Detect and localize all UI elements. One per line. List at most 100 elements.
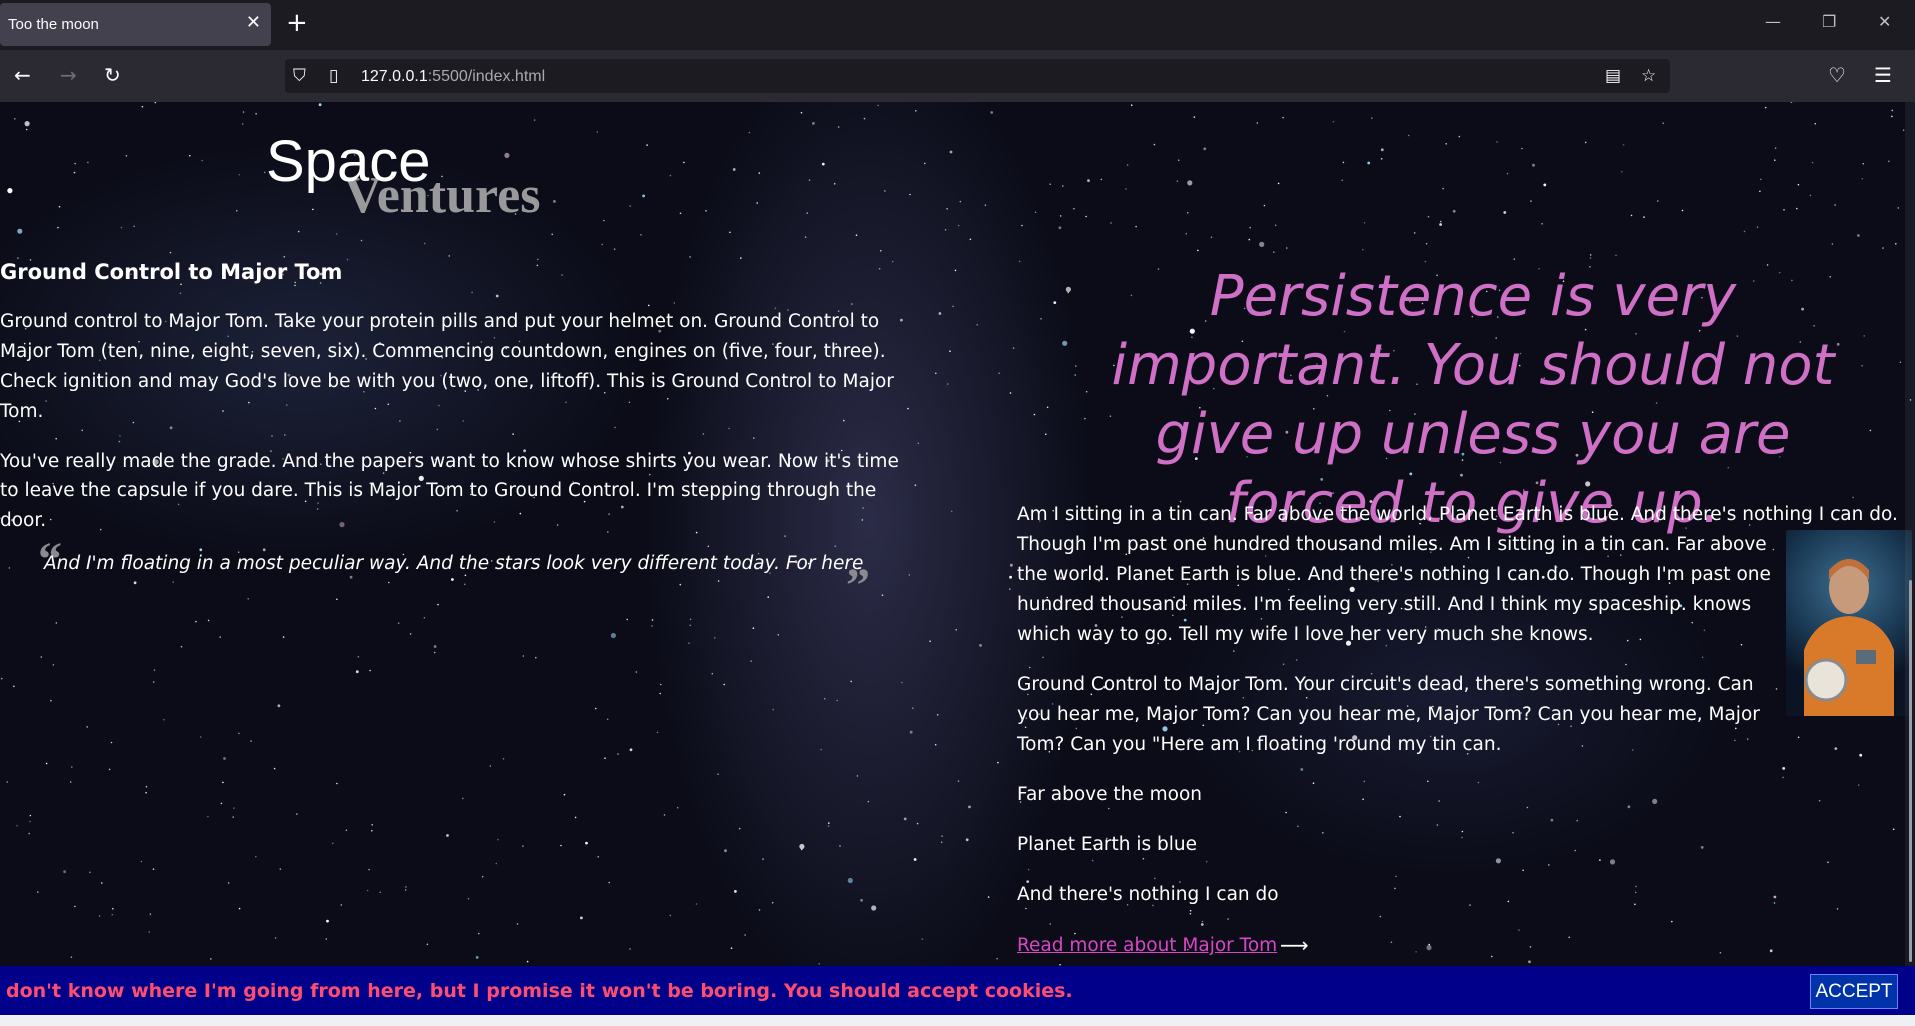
star [1203, 147, 1207, 151]
page-icon[interactable]: ▯ [329, 66, 338, 86]
star [63, 870, 66, 874]
star [1857, 234, 1860, 237]
star [608, 881, 610, 884]
star [565, 401, 567, 404]
star [233, 807, 235, 809]
reload-icon[interactable]: ↻ [104, 64, 121, 86]
star [871, 905, 877, 911]
star [339, 522, 345, 528]
bookmark-star-icon[interactable]: ☆ [1641, 66, 1656, 86]
star [614, 426, 616, 429]
star [1189, 912, 1192, 915]
star [112, 907, 114, 910]
text-line: which way to go. Tell my wife I love her… [1017, 624, 1594, 645]
star [1427, 780, 1429, 783]
reader-view-icon[interactable]: ▤ [1605, 66, 1621, 86]
browser-tab[interactable]: Too the moon ✕ [0, 3, 271, 46]
star [17, 257, 19, 259]
star [148, 931, 150, 933]
star [608, 513, 610, 515]
star [504, 152, 510, 158]
blockquote: And I'm floating in a most peculiar way.… [44, 553, 864, 574]
star [98, 915, 101, 917]
star [1046, 406, 1049, 409]
shield-icon[interactable]: ⛉ [293, 66, 306, 86]
star [81, 429, 83, 432]
accept-button[interactable]: ACCEPT [1810, 974, 1898, 1009]
star [537, 258, 539, 261]
star [336, 782, 338, 785]
star [1888, 160, 1890, 163]
star [1622, 144, 1625, 146]
read-more-link[interactable]: Read more about Major Tom [1017, 935, 1277, 956]
star [179, 292, 182, 295]
bottom-strip [0, 1015, 1915, 1026]
star [1273, 251, 1275, 253]
star [863, 117, 866, 120]
star [610, 632, 617, 639]
star [1632, 749, 1634, 751]
star [1773, 895, 1777, 899]
star [940, 841, 943, 843]
window-close-icon[interactable]: ✕ [1878, 12, 1891, 31]
star [1609, 859, 1616, 865]
star [1428, 943, 1430, 946]
star [1367, 161, 1371, 165]
star [1085, 215, 1087, 218]
star [707, 545, 710, 548]
star [14, 118, 16, 120]
url-bar[interactable]: ⛉ ▯ 127.0.0.1:5500/index.html ▤ ☆ [285, 59, 1670, 93]
minimize-icon[interactable]: — [1765, 12, 1781, 31]
close-icon[interactable]: ✕ [246, 13, 261, 33]
star [1495, 858, 1501, 864]
star [369, 669, 371, 672]
star [784, 535, 786, 537]
star [1197, 249, 1199, 252]
star [800, 111, 803, 114]
star [1496, 141, 1498, 143]
big-quote: Persistence is very important. You shoul… [1111, 264, 1835, 536]
star [1062, 340, 1068, 346]
star [1153, 143, 1156, 146]
star [1440, 220, 1442, 223]
pocket-icon[interactable]: ♡ [1828, 64, 1846, 86]
url-text[interactable]: 127.0.0.1:5500/index.html [361, 68, 545, 86]
scrollbar-thumb[interactable] [1909, 580, 1912, 962]
star [1058, 226, 1062, 230]
star [1797, 736, 1800, 739]
star [99, 528, 102, 531]
star [45, 400, 47, 402]
star [695, 531, 698, 534]
star [1135, 225, 1137, 228]
star [387, 403, 390, 406]
star [1332, 120, 1335, 123]
star [1503, 211, 1507, 214]
forward-icon[interactable]: → [60, 64, 77, 86]
star [522, 655, 525, 657]
star [689, 624, 691, 627]
star [475, 956, 479, 959]
star [533, 119, 536, 121]
back-icon[interactable]: ← [14, 64, 31, 86]
star [1891, 109, 1894, 112]
star [1550, 818, 1554, 822]
star [1782, 767, 1786, 770]
star [1774, 159, 1776, 161]
star [1075, 365, 1077, 367]
star [909, 193, 911, 196]
star [57, 226, 59, 229]
star [1205, 860, 1208, 863]
star [1782, 776, 1784, 779]
star [728, 427, 730, 430]
restore-icon[interactable]: ❐ [1822, 12, 1836, 31]
star [1681, 209, 1684, 212]
star [169, 251, 172, 254]
star [423, 242, 426, 245]
star [1521, 147, 1523, 150]
star [1581, 745, 1584, 747]
star [823, 697, 826, 700]
star [1380, 158, 1383, 160]
new-tab-button[interactable]: + [286, 9, 308, 37]
menu-icon[interactable]: ☰ [1874, 64, 1892, 86]
text-line: Major Tom (ten, nine, eight, seven, six)… [0, 341, 886, 362]
